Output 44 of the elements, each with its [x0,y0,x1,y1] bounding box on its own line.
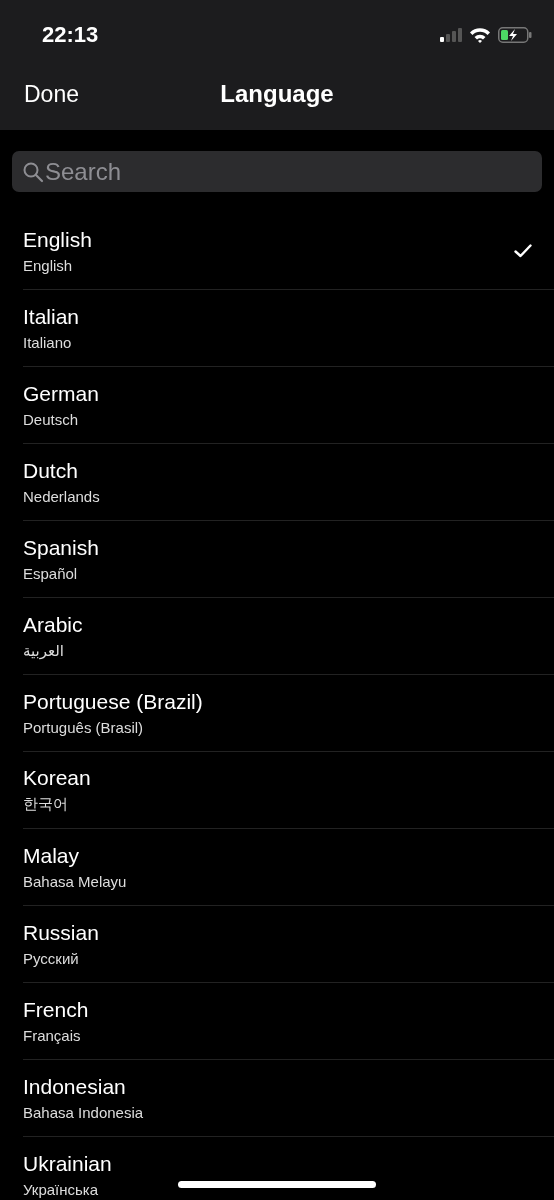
language-name: English [23,228,92,252]
signal-icon [440,28,462,42]
status-time: 22:13 [42,22,99,48]
language-item[interactable]: English English [23,213,554,290]
native-name: 한국어 [23,795,68,814]
language-item[interactable]: Indonesian Bahasa Indonesia [23,1060,554,1137]
language-name: German [23,382,99,406]
language-item[interactable]: French Français [23,983,554,1060]
language-name: French [23,998,89,1022]
language-name: Malay [23,844,80,868]
native-name: Русский [23,950,79,967]
language-name: Portuguese (Brazil) [23,690,203,714]
language-item[interactable]: Spanish Español [23,521,554,598]
language-name: Russian [23,921,99,945]
language-name: Ukrainian [23,1152,112,1176]
language-item[interactable]: Portuguese (Brazil) Português (Brasil) [23,675,554,752]
screen-title: Language [220,80,334,108]
native-name: Українська [23,1181,99,1198]
done-button[interactable]: Done [24,80,79,108]
native-name: Nederlands [23,488,100,505]
native-name: Español [23,565,78,582]
language-item[interactable]: German Deutsch [23,367,554,444]
language-item[interactable]: Dutch Nederlands [23,444,554,521]
native-name: English [23,257,73,274]
language-item[interactable]: Russian Русский [23,906,554,983]
language-name: Indonesian [23,1075,126,1099]
language-name: Arabic [23,612,83,637]
native-name: Bahasa Melayu [23,873,127,890]
native-name: Français [23,1027,81,1044]
search-field[interactable]: Search [12,151,542,192]
native-name: Italiano [23,334,72,351]
language-name: Italian [23,305,80,329]
native-name: العربية [23,641,64,660]
language-name: Dutch [23,459,78,483]
native-name: Bahasa Indonesia [23,1104,144,1121]
native-name: Deutsch [23,411,79,428]
language-item[interactable]: Italian Italiano [23,290,554,367]
wifi-icon [469,27,491,43]
language-name: Spanish [23,536,99,560]
language-item[interactable]: Malay Bahasa Melayu [23,829,554,906]
language-name: Korean [23,766,91,790]
native-name: Português (Brasil) [23,719,144,736]
battery-charging-icon [498,27,532,43]
language-item[interactable]: Korean 한국어 [23,752,554,829]
